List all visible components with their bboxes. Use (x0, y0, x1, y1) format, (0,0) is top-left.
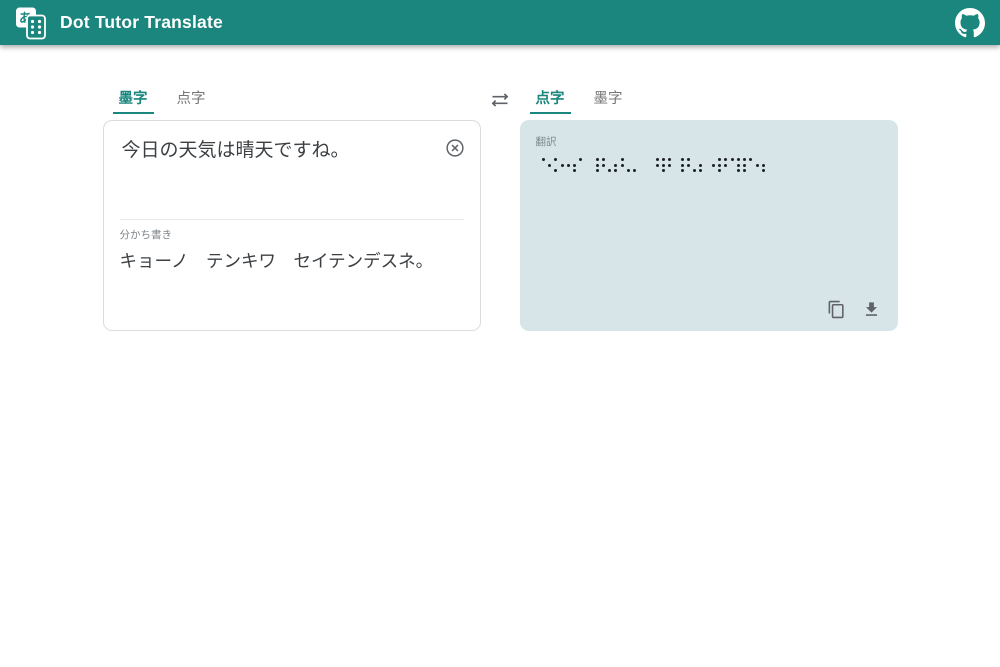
source-tabs: 墨字 点字 (103, 88, 481, 120)
app-title: Dot Tutor Translate (60, 12, 223, 33)
output-actions (827, 299, 882, 319)
output-tab-bokuji[interactable]: 墨字 (588, 86, 629, 114)
translate-grid: 墨字 点字 点字 墨字 今日の天気は晴天ですね。 (103, 88, 898, 331)
wakachigaki-section: 分かち書き キョーノ テンキワ セイテンデスネ。 (120, 219, 464, 273)
swap-languages-button[interactable] (490, 90, 510, 110)
download-button[interactable] (862, 299, 882, 319)
swap-cell (481, 88, 520, 120)
swap-arrows-icon (490, 90, 510, 110)
github-link[interactable] (955, 8, 985, 38)
output-tabs: 点字 墨字 (520, 88, 898, 120)
wakachigaki-text: キョーノ テンキワ セイテンデスネ。 (120, 248, 464, 273)
main-content: 墨字 点字 点字 墨字 今日の天気は晴天ですね。 (103, 88, 898, 331)
clear-input-button[interactable] (444, 137, 466, 159)
clear-x-circle-icon (444, 137, 466, 159)
source-tab-bokuji[interactable]: 墨字 (113, 86, 154, 114)
copy-icon (827, 300, 846, 319)
github-icon (955, 8, 985, 38)
braille-output-panel: 翻訳 (520, 120, 898, 331)
source-tab-tenji[interactable]: 点字 (171, 86, 212, 114)
source-input-panel: 今日の天気は晴天ですね。 分かち書き キョーノ テンキワ セイテンデスネ。 (103, 120, 481, 331)
copy-button[interactable] (827, 299, 847, 319)
app-logo-icon: あ (15, 6, 49, 40)
app-header: あ Dot Tutor Translate (0, 0, 1000, 45)
braille-output-text (536, 158, 882, 172)
output-tab-tenji[interactable]: 点字 (530, 86, 571, 114)
translation-label: 翻訳 (536, 134, 882, 149)
download-icon (862, 300, 881, 319)
source-text-input[interactable]: 今日の天気は晴天ですね。 (120, 135, 430, 215)
wakachigaki-label: 分かち書き (120, 227, 464, 242)
